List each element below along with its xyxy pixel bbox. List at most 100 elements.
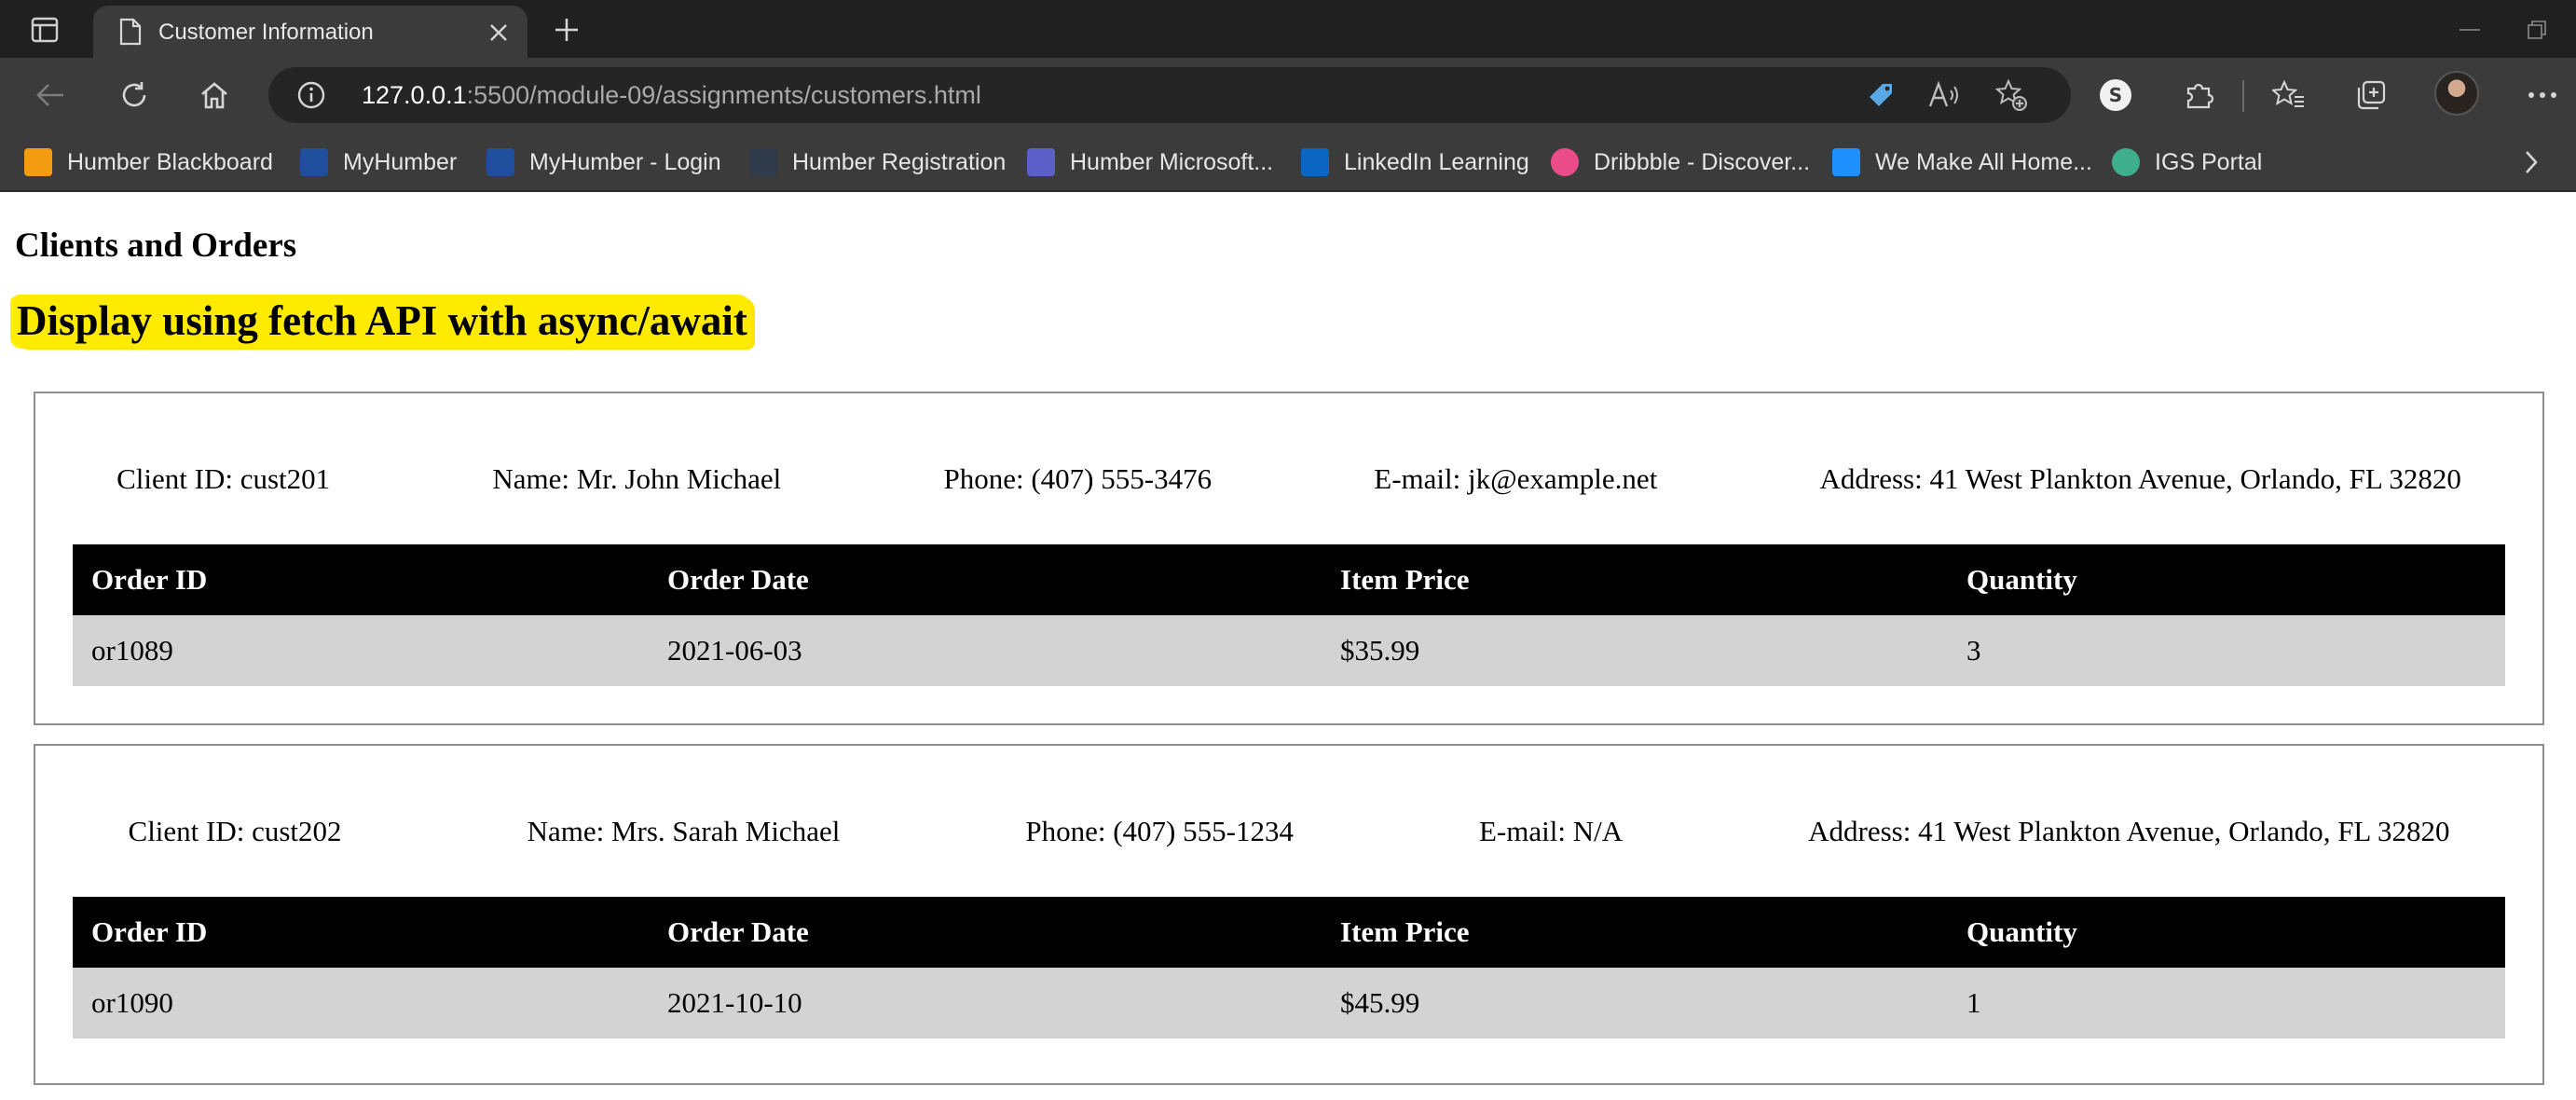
client-address: Address: 41 West Plankton Avenue, Orland…	[1808, 815, 2450, 847]
site-info-icon[interactable]	[296, 80, 326, 114]
more-favorites-button[interactable]	[2513, 145, 2550, 179]
bookmark-igs-portal[interactable]: IGS Portal	[2112, 145, 2262, 179]
url-host: 127.0.0.1	[362, 81, 467, 109]
client-info: Client ID: cust202 Name: Mrs. Sarah Mich…	[35, 813, 2542, 850]
toolbar-separator	[2242, 80, 2244, 112]
tab-title: Customer Information	[158, 20, 374, 45]
bookmark-myhumber-login[interactable]: MyHumber - Login	[486, 145, 721, 179]
home-button[interactable]	[192, 73, 237, 117]
bookmark-label: Humber Registration	[792, 148, 1007, 175]
tab-actions-icon	[31, 17, 59, 43]
bookmark-dribbble[interactable]: Dribbble - Discover...	[1551, 145, 1810, 179]
puzzle-icon	[2186, 83, 2214, 109]
svg-text:S: S	[2109, 84, 2122, 106]
settings-menu-button[interactable]	[2520, 73, 2565, 117]
tab-bar: Customer Information	[0, 0, 2576, 58]
bookmark-humber-microsoft[interactable]: Humber Microsoft...	[1027, 145, 1273, 179]
url-text: 127.0.0.1:5500/module-09/assignments/cus…	[362, 81, 981, 110]
bookmark-we-make-all-home[interactable]: We Make All Home...	[1832, 145, 2092, 179]
bookmark-label: MyHumber	[343, 148, 458, 175]
read-aloud-icon[interactable]	[1927, 78, 1961, 112]
add-favorite-icon[interactable]	[1994, 78, 2028, 112]
column-header-order-id: Order ID	[73, 897, 649, 968]
favorites-button[interactable]	[2267, 73, 2311, 117]
client-name: Name: Mrs. Sarah Michael	[527, 815, 841, 847]
bookmark-label: Humber Microsoft...	[1070, 148, 1274, 175]
page-subtitle: Clients and Orders	[15, 227, 297, 265]
navigation-toolbar: 127.0.0.1:5500/module-09/assignments/cus…	[0, 58, 2576, 132]
favorites-star-icon	[2272, 80, 2304, 107]
page-heading: Display using fetch API with async/await	[13, 295, 751, 347]
address-bar[interactable]: 127.0.0.1:5500/module-09/assignments/cus…	[268, 67, 2071, 123]
collections-icon	[2357, 80, 2386, 110]
client-name: Name: Mr. John Michael	[492, 462, 782, 495]
bookmark-label: IGS Portal	[2155, 148, 2263, 175]
collections-button[interactable]	[2349, 73, 2393, 117]
myhumber-login-icon	[486, 148, 514, 176]
orders-table: Order ID Order Date Item Price Quantity …	[73, 544, 2505, 686]
linkedin-learning-icon	[1301, 148, 1329, 176]
order-id-cell: or1089	[73, 615, 649, 686]
table-row: or1089 2021-06-03 $35.99 3	[73, 615, 2505, 686]
client-phone: Phone: (407) 555-1234	[1025, 815, 1294, 847]
bookmark-humber-blackboard[interactable]: Humber Blackboard	[24, 145, 273, 179]
coupon-tag-icon[interactable]	[1864, 78, 1898, 112]
page-icon	[119, 18, 142, 49]
client-email: E-mail: N/A	[1478, 815, 1624, 847]
order-date-cell: 2021-06-03	[649, 615, 1322, 686]
close-tab-button[interactable]	[483, 17, 514, 48]
orders-table: Order ID Order Date Item Price Quantity …	[73, 897, 2505, 1038]
column-header-item-price: Item Price	[1322, 544, 1948, 615]
minimize-icon	[2460, 29, 2480, 31]
new-tab-button[interactable]	[548, 11, 585, 48]
bookmark-humber-registration[interactable]: Humber Registration	[749, 145, 1006, 179]
item-price-cell: $35.99	[1322, 615, 1948, 686]
url-path: :5500/module-09/assignments/customers.ht…	[466, 81, 981, 109]
registration-icon	[749, 148, 777, 176]
bookmark-label: MyHumber - Login	[529, 148, 721, 175]
bookmark-linkedin-learning[interactable]: LinkedIn Learning	[1301, 145, 1529, 179]
back-button[interactable]	[28, 73, 73, 117]
igs-icon	[2112, 148, 2140, 176]
bookmark-myhumber[interactable]: MyHumber	[300, 145, 457, 179]
restore-icon	[2528, 21, 2546, 39]
refresh-button[interactable]	[112, 73, 157, 117]
bookmark-label: Humber Blackboard	[67, 148, 273, 175]
column-header-order-date: Order Date	[649, 897, 1322, 968]
order-id-cell: or1090	[73, 968, 649, 1038]
myhumber-icon	[300, 148, 328, 176]
client-email: E-mail: jk@example.net	[1374, 462, 1658, 495]
tab-actions-button[interactable]	[24, 13, 65, 47]
active-tab[interactable]: Customer Information	[93, 6, 528, 58]
quantity-cell: 3	[1948, 615, 2505, 686]
teams-icon	[1027, 148, 1055, 176]
minimize-button[interactable]	[2449, 11, 2490, 48]
client-address: Address: 41 West Plankton Avenue, Orland…	[1819, 462, 2461, 495]
blackboard-icon	[24, 148, 52, 176]
profile-avatar[interactable]	[2434, 71, 2479, 116]
order-date-cell: 2021-10-10	[649, 968, 1322, 1038]
close-icon	[490, 24, 507, 41]
page-content: Clients and Orders Display using fetch A…	[0, 192, 2576, 1100]
back-arrow-icon	[36, 84, 63, 106]
extension-s-button[interactable]: S	[2093, 73, 2138, 117]
favorites-bar: Humber Blackboard MyHumber MyHumber - Lo…	[0, 132, 2576, 192]
more-dots-icon	[2528, 92, 2556, 98]
restore-button[interactable]	[2516, 11, 2557, 48]
client-phone: Phone: (407) 555-3476	[943, 462, 1213, 495]
client-info: Client ID: cust201 Name: Mr. John Michae…	[35, 461, 2542, 498]
extensions-button[interactable]	[2177, 73, 2222, 117]
plus-icon	[555, 19, 578, 41]
client-card: Client ID: cust201 Name: Mr. John Michae…	[34, 392, 2544, 725]
client-id: Client ID: cust202	[128, 815, 342, 847]
client-id: Client ID: cust201	[116, 462, 331, 495]
table-header-row: Order ID Order Date Item Price Quantity	[73, 897, 2505, 968]
quantity-cell: 1	[1948, 968, 2505, 1038]
column-header-item-price: Item Price	[1322, 897, 1948, 968]
column-header-order-id: Order ID	[73, 544, 649, 615]
column-header-order-date: Order Date	[649, 544, 1322, 615]
dribbble-icon	[1551, 148, 1579, 176]
column-header-quantity: Quantity	[1948, 544, 2505, 615]
home-icon	[201, 82, 227, 109]
chevron-right-icon	[2526, 151, 2538, 173]
